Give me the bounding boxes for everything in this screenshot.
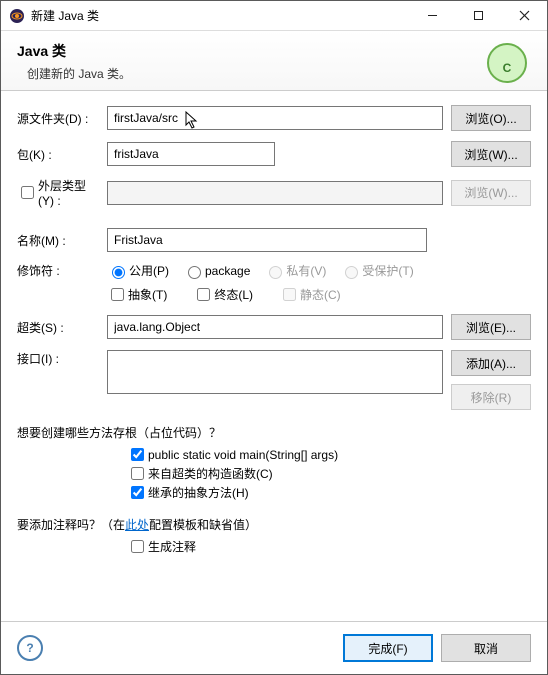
dialog-title: Java 类 (17, 41, 531, 61)
browse-enclosing-button: 浏览(W)... (451, 180, 531, 206)
minimize-button[interactable] (409, 1, 455, 31)
interfaces-listbox[interactable] (107, 350, 443, 394)
dialog-header: Java 类 创建新的 Java 类。 C (1, 31, 547, 91)
eclipse-icon (9, 8, 25, 24)
cancel-button[interactable]: 取消 (441, 634, 531, 662)
add-interface-button[interactable]: 添加(A)... (451, 350, 531, 376)
browse-source-button[interactable]: 浏览(O)... (451, 105, 531, 131)
remove-interface-button: 移除(R) (451, 384, 531, 410)
stub-super-constructors-checkbox[interactable]: 来自超类的构造函数(C) (127, 464, 273, 483)
generate-comments-checkbox[interactable]: 生成注释 (127, 537, 196, 556)
enclosing-type-label: 外层类型(Y) : (38, 177, 95, 208)
browse-package-button[interactable]: 浏览(W)... (451, 141, 531, 167)
modifier-private-radio: 私有(V) (264, 262, 326, 279)
enclosing-type-input (107, 181, 443, 205)
close-button[interactable] (501, 1, 547, 31)
package-label: 包(K) : (17, 146, 107, 163)
source-folder-label: 源文件夹(D) : (17, 110, 107, 127)
maximize-button[interactable] (455, 1, 501, 31)
modifiers-label: 修饰符 : (17, 262, 107, 279)
browse-superclass-button[interactable]: 浏览(E)... (451, 314, 531, 340)
stub-main-checkbox[interactable]: public static void main(String[] args) (127, 445, 338, 464)
svg-text:C: C (503, 61, 512, 75)
modifier-public-radio[interactable]: 公用(P) (107, 262, 169, 279)
modifier-final-checkbox[interactable]: 终态(L) (193, 285, 253, 304)
superclass-input[interactable] (107, 315, 443, 339)
superclass-label: 超类(S) : (17, 319, 107, 336)
finish-button[interactable]: 完成(F) (343, 634, 433, 662)
name-label: 名称(M) : (17, 232, 107, 249)
name-input[interactable] (107, 228, 427, 252)
window-title: 新建 Java 类 (31, 7, 409, 24)
source-folder-input[interactable] (107, 106, 443, 130)
configure-templates-link[interactable]: 此处 (125, 518, 149, 532)
comments-question: 要添加注释吗？（在此处配置模板和缺省值） (17, 516, 531, 533)
class-icon: C (485, 41, 529, 88)
modifier-static-checkbox: 静态(C) (279, 285, 341, 304)
stubs-question: 想要创建哪些方法存根（占位代码）？ (17, 424, 531, 441)
help-icon: ? (26, 641, 33, 655)
modifier-abstract-checkbox[interactable]: 抽象(T) (107, 285, 167, 304)
enclosing-type-checkbox[interactable]: 外层类型(Y) : (17, 177, 95, 208)
modifier-package-radio[interactable]: package (183, 262, 250, 279)
titlebar: 新建 Java 类 (1, 1, 547, 31)
stub-inherited-abstract-checkbox[interactable]: 继承的抽象方法(H) (127, 483, 249, 502)
interfaces-label: 接口(I) : (17, 350, 107, 367)
modifier-protected-radio: 受保护(T) (340, 262, 413, 279)
package-input[interactable] (107, 142, 275, 166)
dialog-subtitle: 创建新的 Java 类。 (17, 65, 531, 82)
help-button[interactable]: ? (17, 635, 43, 661)
